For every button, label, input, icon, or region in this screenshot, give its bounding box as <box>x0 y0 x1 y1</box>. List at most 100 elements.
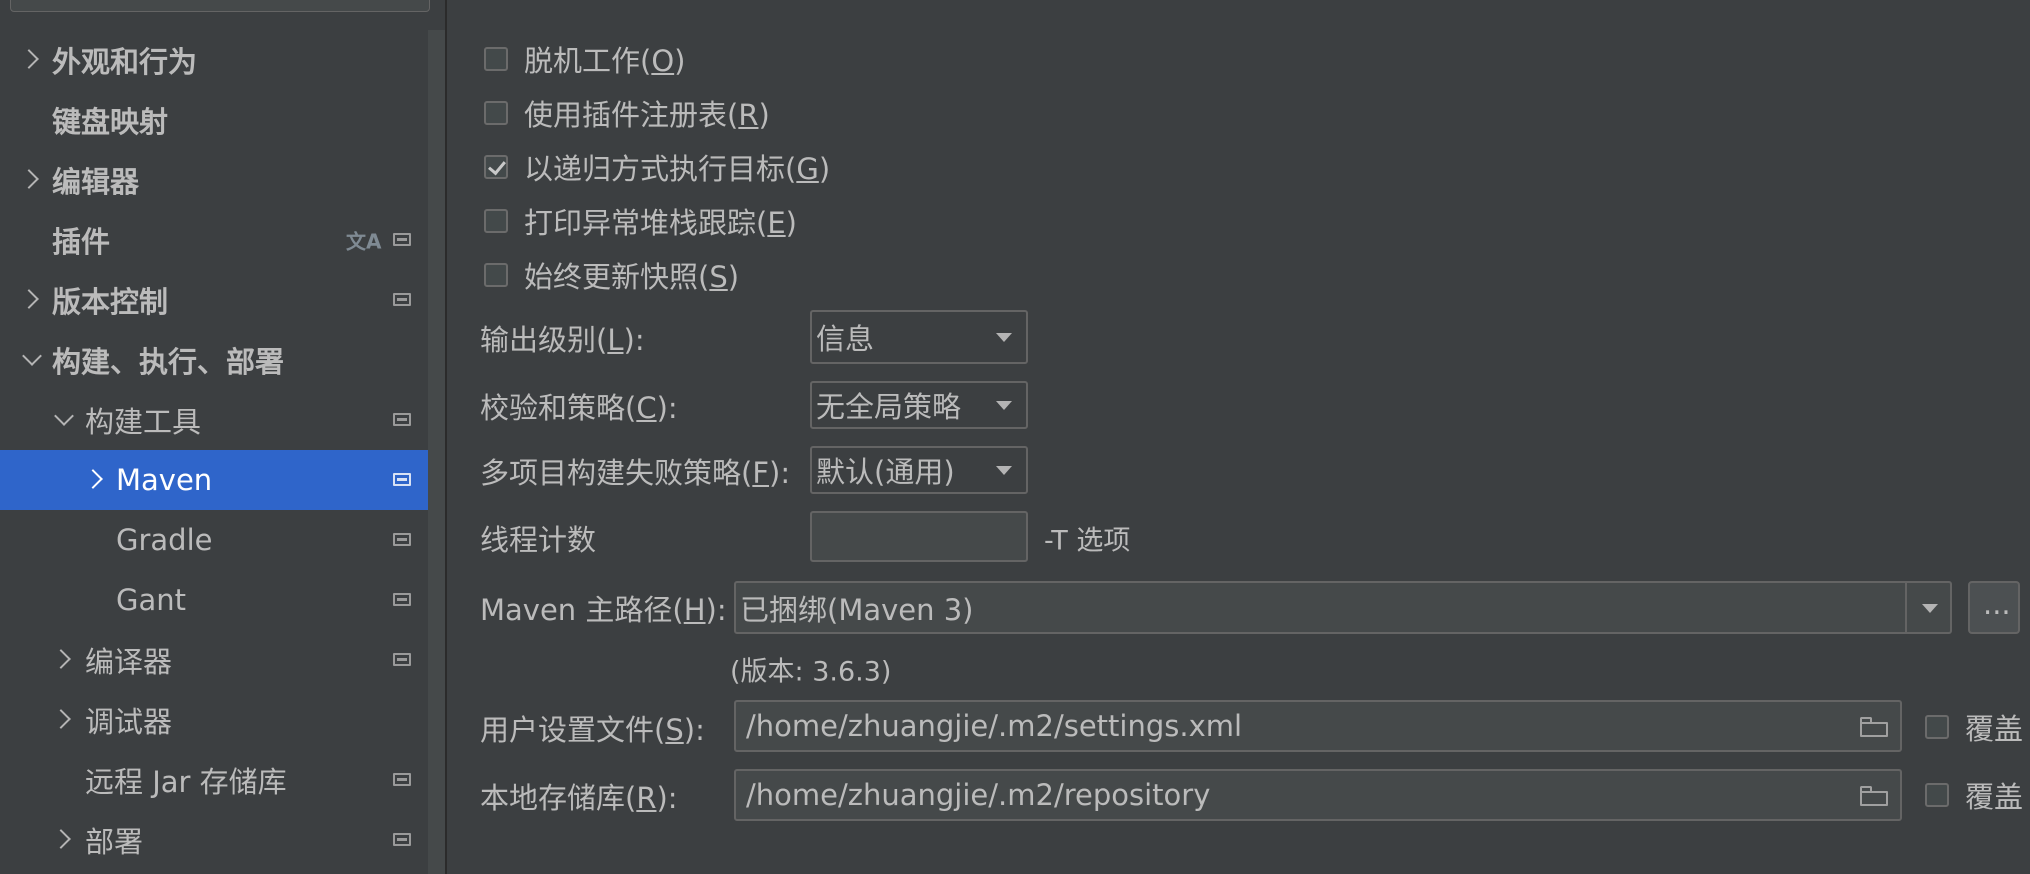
chevron-down-icon[interactable] <box>22 346 42 366</box>
user-settings-override-row[interactable]: 覆盖 <box>1925 707 2023 747</box>
project-icon <box>393 473 411 486</box>
checksum-policy-dropdown[interactable]: 无全局策略 <box>810 381 1028 429</box>
project-icon <box>393 773 411 786</box>
sidebar-item-label: 外观和行为 <box>52 45 198 79</box>
chevron-right-icon[interactable] <box>19 169 39 189</box>
maven-home-label: Maven 主路径(H): <box>480 593 727 627</box>
thread-count-suffix: -T 选项 <box>1044 525 1131 557</box>
chevron-down-icon <box>996 466 1012 475</box>
maven-home-browse-button[interactable]: ... <box>1968 581 2020 634</box>
project-icon <box>393 293 411 306</box>
sidebar-item-label: 版本控制 <box>52 285 169 319</box>
checkbox-row-offline[interactable]: 脱机工作(O) <box>484 39 685 79</box>
thread-count-label: 线程计数 <box>480 523 597 557</box>
chevron-down-icon <box>996 333 1012 342</box>
plugin-registry-checkbox[interactable] <box>484 101 508 125</box>
settings-tree: 外观和行为键盘映射编辑器插件 文A 版本控制构建、执行、部署构建工具 Maven Gra… <box>0 0 445 874</box>
offline-label: 脱机工作(O) <box>524 44 686 78</box>
sidebar-item-label: 调试器 <box>85 705 173 739</box>
sidebar-item-label: Gradle <box>116 523 213 557</box>
sidebar-item-1[interactable]: 外观和行为 <box>0 30 445 90</box>
sidebar-item-label: Gant <box>116 583 186 617</box>
user-settings-override-label: 覆盖 <box>1965 712 2024 746</box>
chevron-down-icon[interactable] <box>1922 603 1938 613</box>
checkbox-row-recursive[interactable]: 以递归方式执行目标(G) <box>484 147 830 187</box>
translate-icon: 文A <box>346 229 382 254</box>
chevron-right-icon[interactable] <box>51 829 71 849</box>
maven-settings-panel: 脱机工作(O) 使用插件注册表(R) 以递归方式执行目标(G) 打印异常堆栈跟踪… <box>447 0 2030 874</box>
checkbox-row-plugin-registry[interactable]: 使用插件注册表(R) <box>484 93 770 133</box>
chevron-right-icon[interactable] <box>51 709 71 729</box>
sidebar-item-5[interactable]: 版本控制 <box>0 270 445 330</box>
output-level-label: 输出级别(L): <box>480 323 645 357</box>
folder-icon[interactable] <box>1860 717 1888 737</box>
user-settings-value: /home/zhuangjie/.m2/settings.xml <box>746 709 1243 743</box>
thread-count-input[interactable] <box>810 511 1028 562</box>
chevron-right-icon[interactable] <box>19 289 39 309</box>
fail-policy-dropdown[interactable]: 默认(通用) <box>810 446 1028 494</box>
sidebar-item-2[interactable]: 键盘映射 <box>0 90 445 150</box>
folder-icon[interactable] <box>1860 786 1888 806</box>
maven-home-combo[interactable]: 已捆绑(Maven 3) <box>734 581 1952 634</box>
project-icon <box>393 593 411 606</box>
plugin-registry-label: 使用插件注册表(R) <box>524 98 770 132</box>
offline-checkbox[interactable] <box>484 47 508 71</box>
project-icon <box>393 833 411 846</box>
sidebar-item-13[interactable]: 远程 Jar 存储库 <box>0 750 445 810</box>
sidebar-item-4[interactable]: 插件 文A <box>0 210 445 270</box>
recursive-label: 以递归方式执行目标(G) <box>524 152 831 186</box>
sidebar-item-label: Maven <box>116 463 213 497</box>
maven-version-text: (版本: 3.6.3) <box>730 656 892 688</box>
sidebar-item-3[interactable]: 编辑器 <box>0 150 445 210</box>
project-icon <box>393 413 411 426</box>
chevron-right-icon[interactable] <box>19 49 39 69</box>
combo-separator <box>1905 583 1907 632</box>
update-snapshots-checkbox[interactable] <box>484 263 508 287</box>
chevron-right-icon[interactable] <box>51 649 71 669</box>
local-repo-input[interactable]: /home/zhuangjie/.m2/repository <box>734 769 1902 821</box>
sidebar-item-label: 插件 <box>52 225 111 259</box>
checksum-policy-label: 校验和策略(C): <box>480 391 678 425</box>
checksum-policy-value: 无全局策略 <box>816 390 962 424</box>
sidebar-item-8[interactable]: Maven <box>0 450 445 510</box>
output-level-dropdown[interactable]: 信息 <box>810 310 1028 364</box>
user-settings-override-checkbox[interactable] <box>1925 715 1949 739</box>
local-repo-value: /home/zhuangjie/.m2/repository <box>746 778 1211 812</box>
sidebar-item-label: 构建工具 <box>85 405 202 439</box>
checkbox-row-stacktrace[interactable]: 打印异常堆栈跟踪(E) <box>484 201 797 241</box>
project-icon <box>393 233 411 246</box>
sidebar-item-label: 编译器 <box>85 645 173 679</box>
chevron-down-icon <box>996 401 1012 410</box>
chevron-down-icon[interactable] <box>54 406 74 426</box>
sidebar-item-10[interactable]: Gant <box>0 570 445 630</box>
checkbox-row-update-snapshots[interactable]: 始终更新快照(S) <box>484 255 739 295</box>
sidebar-item-12[interactable]: 调试器 <box>0 690 445 750</box>
local-repo-override-row[interactable]: 覆盖 <box>1925 775 2023 815</box>
stacktrace-label: 打印异常堆栈跟踪(E) <box>524 206 797 240</box>
sidebar-item-label: 构建、执行、部署 <box>52 345 285 379</box>
project-icon <box>393 653 411 666</box>
local-repo-override-checkbox[interactable] <box>1925 783 1949 807</box>
sidebar-item-14[interactable]: 部署 <box>0 810 445 870</box>
settings-sidebar: 外观和行为键盘映射编辑器插件 文A 版本控制构建、执行、部署构建工具 Maven Gra… <box>0 0 445 874</box>
maven-home-value: 已捆绑(Maven 3) <box>740 592 974 627</box>
sidebar-item-9[interactable]: Gradle <box>0 510 445 570</box>
output-level-value: 信息 <box>816 322 875 356</box>
sidebar-item-label: 远程 Jar 存储库 <box>85 765 287 799</box>
sidebar-item-label: 编辑器 <box>52 165 140 199</box>
local-repo-label: 本地存储库(R): <box>480 781 678 815</box>
recursive-checkbox[interactable] <box>484 155 508 179</box>
stacktrace-checkbox[interactable] <box>484 209 508 233</box>
fail-policy-value: 默认(通用) <box>816 455 955 489</box>
sidebar-item-label: 部署 <box>85 825 144 859</box>
sidebar-item-6[interactable]: 构建、执行、部署 <box>0 330 445 390</box>
fail-policy-label: 多项目构建失败策略(F): <box>480 456 791 490</box>
update-snapshots-label: 始终更新快照(S) <box>524 260 740 294</box>
sidebar-scrollbar[interactable] <box>428 30 445 874</box>
sidebar-item-11[interactable]: 编译器 <box>0 630 445 690</box>
chevron-right-icon[interactable] <box>83 469 103 489</box>
user-settings-input[interactable]: /home/zhuangjie/.m2/settings.xml <box>734 700 1902 752</box>
sidebar-item-7[interactable]: 构建工具 <box>0 390 445 450</box>
sidebar-item-label: 键盘映射 <box>52 105 169 139</box>
user-settings-label: 用户设置文件(S): <box>480 713 705 747</box>
